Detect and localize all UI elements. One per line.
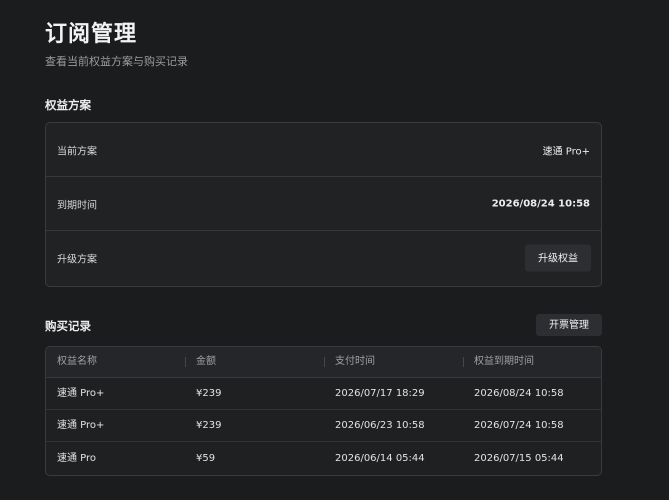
table-row: 速通 Pro+ ¥239 2026/06/23 10:58 2026/07/24… bbox=[46, 410, 601, 442]
current-plan-label: 当前方案 bbox=[57, 146, 97, 157]
cell-name: 速通 Pro bbox=[57, 453, 97, 464]
current-plan-value: 速通 Pro+ bbox=[542, 146, 590, 157]
page-title: 订阅管理 bbox=[45, 22, 138, 47]
column-divider bbox=[185, 357, 186, 367]
cell-paid-at: 2026/06/23 10:58 bbox=[335, 420, 425, 431]
upgrade-row: 升级方案 升级权益 bbox=[46, 231, 601, 285]
invoice-management-button[interactable]: 开票管理 bbox=[536, 314, 602, 336]
purchase-section-title: 购买记录 bbox=[45, 319, 91, 333]
column-header-amount: 金额 bbox=[196, 356, 216, 367]
current-plan-row: 当前方案 速通 Pro+ bbox=[46, 123, 601, 177]
upgrade-button[interactable]: 升级权益 bbox=[525, 244, 591, 272]
cell-expires-at: 2026/07/24 10:58 bbox=[474, 420, 564, 431]
column-divider bbox=[463, 357, 464, 367]
cell-amount: ¥59 bbox=[196, 453, 216, 464]
cell-amount: ¥239 bbox=[196, 388, 222, 399]
cell-paid-at: 2026/07/17 18:29 bbox=[335, 388, 425, 399]
expiry-value: 2026/08/24 10:58 bbox=[491, 198, 590, 209]
cell-expires-at: 2026/08/24 10:58 bbox=[474, 388, 564, 399]
column-header-name: 权益名称 bbox=[57, 356, 97, 367]
cell-amount: ¥239 bbox=[196, 420, 222, 431]
column-divider bbox=[324, 357, 325, 367]
cell-expires-at: 2026/07/15 05:44 bbox=[474, 453, 564, 464]
cell-name: 速通 Pro+ bbox=[57, 420, 105, 431]
column-header-paid-at: 支付时间 bbox=[335, 356, 375, 367]
page-subtitle: 查看当前权益方案与购买记录 bbox=[45, 55, 188, 68]
expiry-row: 到期时间 2026/08/24 10:58 bbox=[46, 177, 601, 231]
plan-section-title: 权益方案 bbox=[45, 98, 91, 112]
plan-card: 当前方案 速通 Pro+ 到期时间 2026/08/24 10:58 升级方案 … bbox=[45, 122, 602, 287]
cell-paid-at: 2026/06/14 05:44 bbox=[335, 453, 425, 464]
cell-name: 速通 Pro+ bbox=[57, 388, 105, 399]
table-row: 速通 Pro+ ¥239 2026/07/17 18:29 2026/08/24… bbox=[46, 378, 601, 410]
upgrade-label: 升级方案 bbox=[57, 254, 97, 266]
table-row: 速通 Pro ¥59 2026/06/14 05:44 2026/07/15 0… bbox=[46, 443, 601, 475]
expiry-label: 到期时间 bbox=[57, 200, 97, 211]
table-header: 权益名称 金额 支付时间 权益到期时间 bbox=[46, 347, 601, 378]
column-header-expires-at: 权益到期时间 bbox=[474, 356, 534, 367]
purchase-table: 权益名称 金额 支付时间 权益到期时间 速通 Pro+ ¥239 2026/07… bbox=[45, 346, 602, 476]
